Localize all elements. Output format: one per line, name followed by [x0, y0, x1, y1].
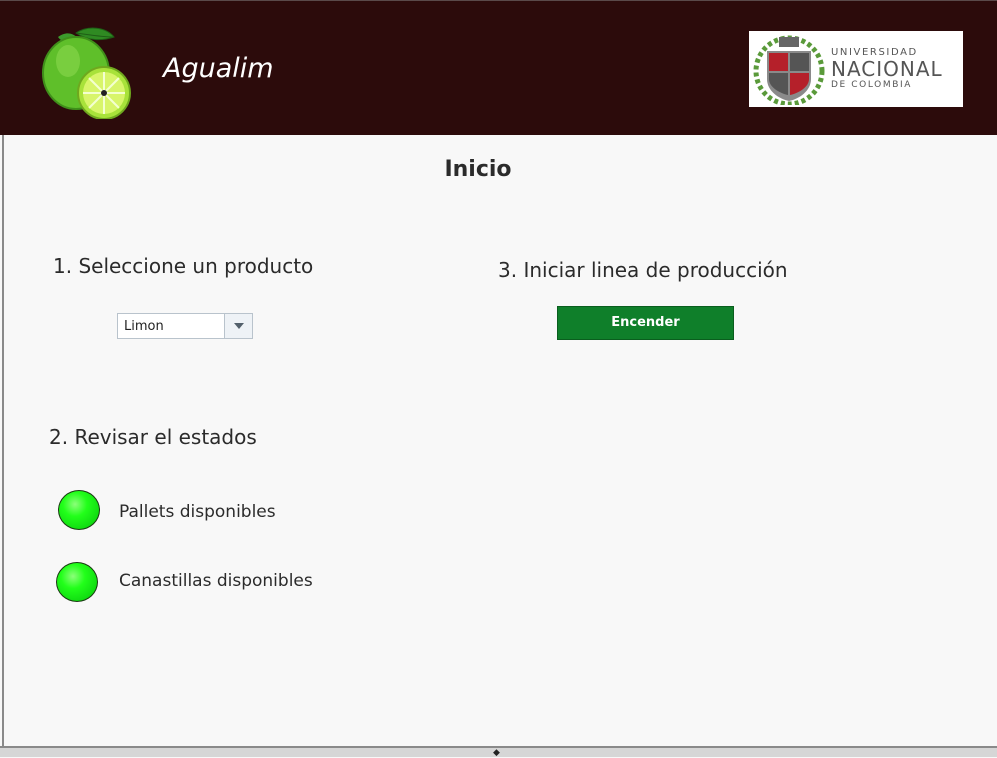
product-select-toggle[interactable]: [224, 314, 252, 338]
pallets-status-indicator: [58, 490, 100, 530]
university-name: UNIVERSIDAD NACIONAL DE COLOMBIA: [831, 47, 943, 90]
university-shield-icon: [753, 35, 825, 105]
page-title: Inicio: [444, 157, 512, 182]
product-select-value: Limon: [124, 319, 164, 334]
university-line2: NACIONAL: [831, 57, 943, 81]
encender-button[interactable]: Encender: [557, 306, 734, 340]
left-divider: [2, 135, 4, 746]
university-logo: UNIVERSIDAD NACIONAL DE COLOMBIA: [749, 31, 963, 107]
step1-heading: 1. Seleccione un producto: [53, 254, 314, 278]
app-header: Agualim UNIVERSIDAD NACIONAL DE COLOMBIA: [0, 0, 997, 135]
app-title: Agualim: [163, 53, 274, 84]
pallets-status-label: Pallets disponibles: [119, 502, 276, 522]
chevron-down-icon: [234, 323, 244, 329]
canastillas-status-indicator: [56, 562, 98, 602]
canastillas-status-label: Canastillas disponibles: [119, 571, 313, 591]
step3-heading: 3. Iniciar linea de producción: [498, 258, 788, 282]
lime-icon: [42, 27, 131, 119]
step2-heading: 2. Revisar el estados: [49, 425, 257, 449]
product-select[interactable]: Limon: [117, 313, 253, 339]
university-line3: DE COLOMBIA: [831, 80, 912, 90]
